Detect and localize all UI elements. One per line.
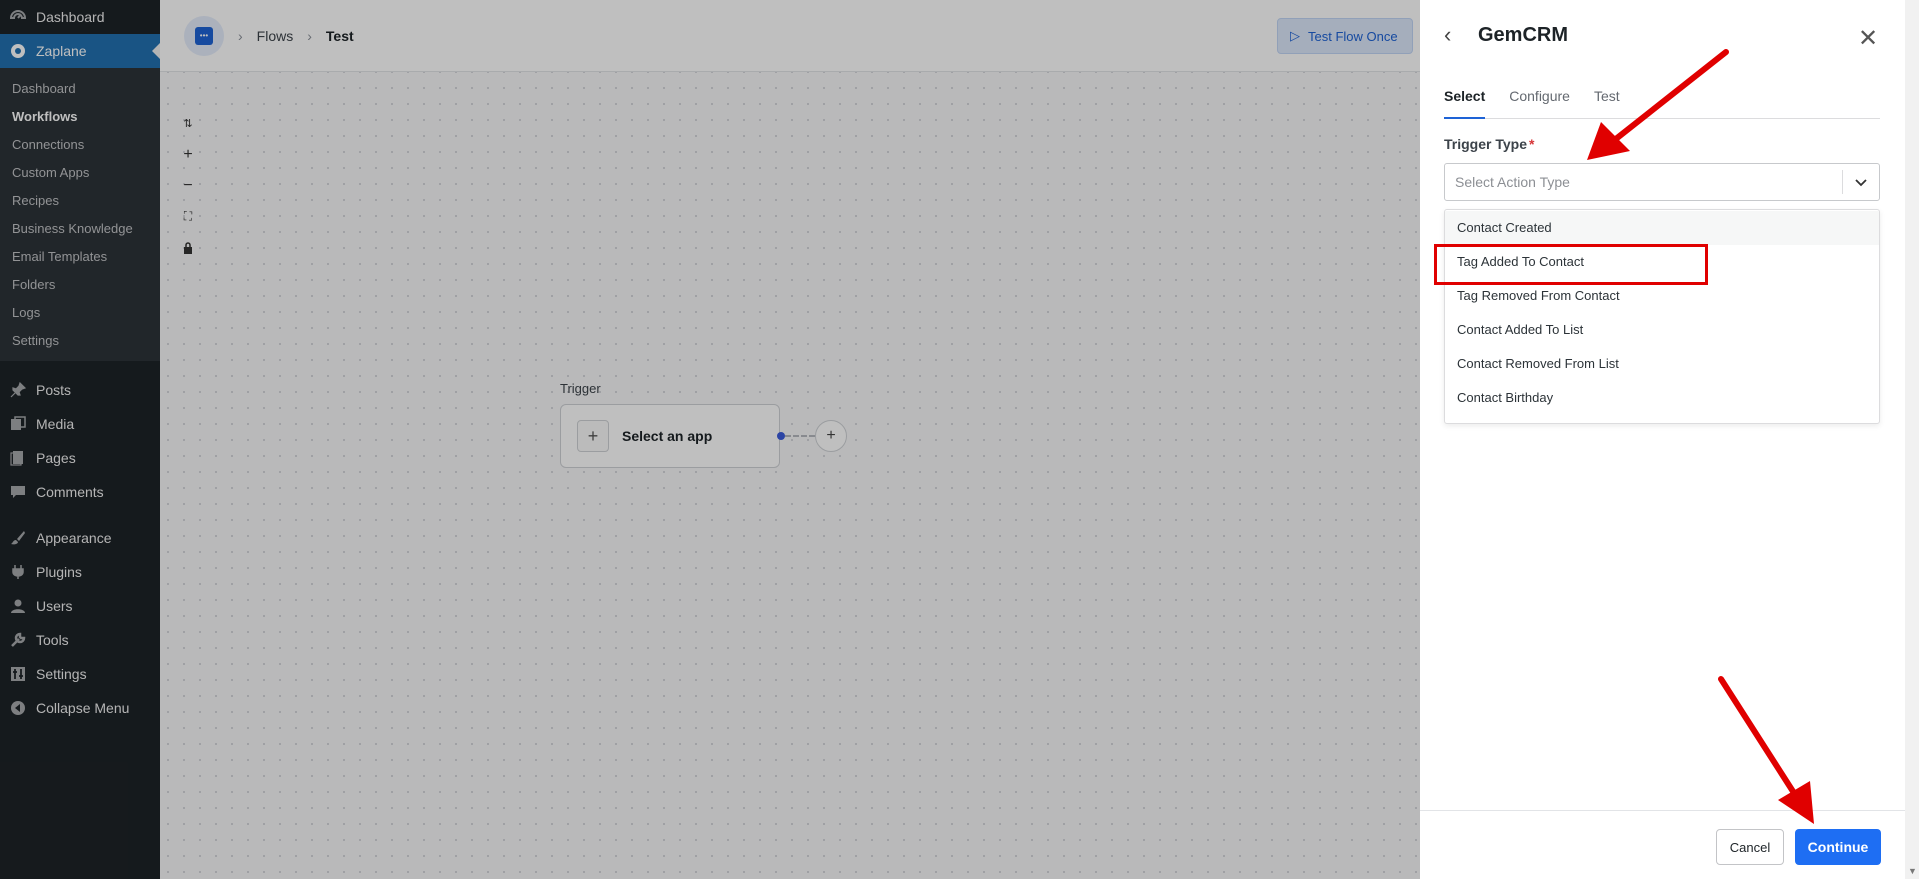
option-contact-added-to-list[interactable]: Contact Added To List — [1445, 313, 1879, 347]
option-contact-birthday[interactable]: Contact Birthday — [1445, 381, 1879, 415]
chevron-down-icon[interactable] — [1843, 175, 1879, 190]
drawer-title: GemCRM — [1478, 23, 1569, 46]
option-contact-removed-from-list[interactable]: Contact Removed From List — [1445, 347, 1879, 381]
continue-button[interactable]: Continue — [1795, 829, 1881, 865]
trigger-type-select[interactable] — [1444, 163, 1880, 201]
modal-overlay[interactable] — [0, 0, 1420, 879]
chevron-left-icon[interactable]: ‹ — [1444, 22, 1468, 48]
scrollbar[interactable] — [1905, 0, 1919, 879]
drawer-footer: Cancel Continue — [1420, 810, 1905, 879]
required-mark: * — [1528, 136, 1535, 152]
option-contact-created[interactable]: Contact Created — [1445, 211, 1879, 245]
trigger-type-input[interactable] — [1445, 174, 1842, 190]
tab-configure[interactable]: Configure — [1509, 84, 1570, 119]
close-icon[interactable]: ✕ — [1858, 24, 1878, 53]
trigger-type-dropdown: Contact Created Tag Added To Contact Tag… — [1444, 209, 1880, 424]
tab-test[interactable]: Test — [1594, 84, 1620, 119]
cancel-button[interactable]: Cancel — [1716, 829, 1784, 865]
drawer-tabs: Select Configure Test — [1444, 84, 1880, 119]
tab-select[interactable]: Select — [1444, 84, 1486, 119]
scroll-down-arrow-icon[interactable]: ▼ — [1908, 866, 1917, 876]
trigger-type-label: Trigger Type * — [1444, 136, 1534, 152]
trigger-type-label-text: Trigger Type — [1444, 136, 1527, 152]
annotation-highlight-box — [1434, 244, 1708, 285]
app-config-drawer: ‹ GemCRM ✕ Select Configure Test Trigger… — [1420, 0, 1905, 879]
drawer-header: ‹ GemCRM — [1444, 22, 1568, 48]
